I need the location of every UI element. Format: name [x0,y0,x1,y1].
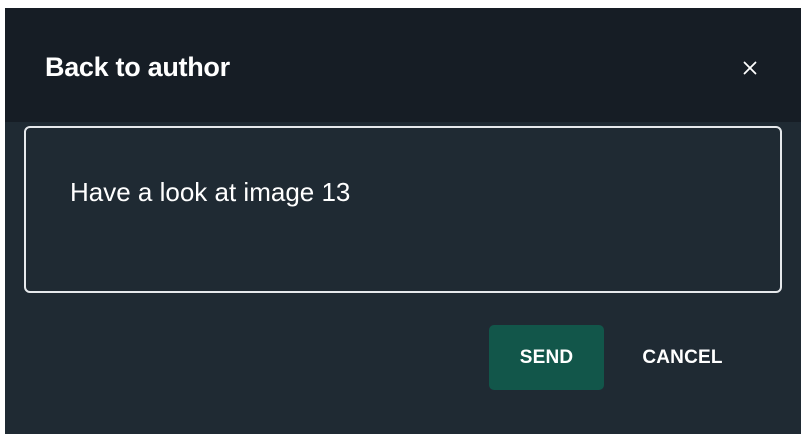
back-to-author-dialog: Back to author Have a look at image 13 S… [5,8,801,434]
close-icon [743,61,757,75]
dialog-header: Back to author [5,8,801,122]
dialog-title: Back to author [45,52,230,82]
message-text: Have a look at image 13 [70,177,351,207]
message-textarea[interactable]: Have a look at image 13 [24,126,782,293]
close-button[interactable] [735,53,765,83]
send-button[interactable]: SEND [489,325,604,390]
cancel-button[interactable]: CANCEL [620,325,745,390]
